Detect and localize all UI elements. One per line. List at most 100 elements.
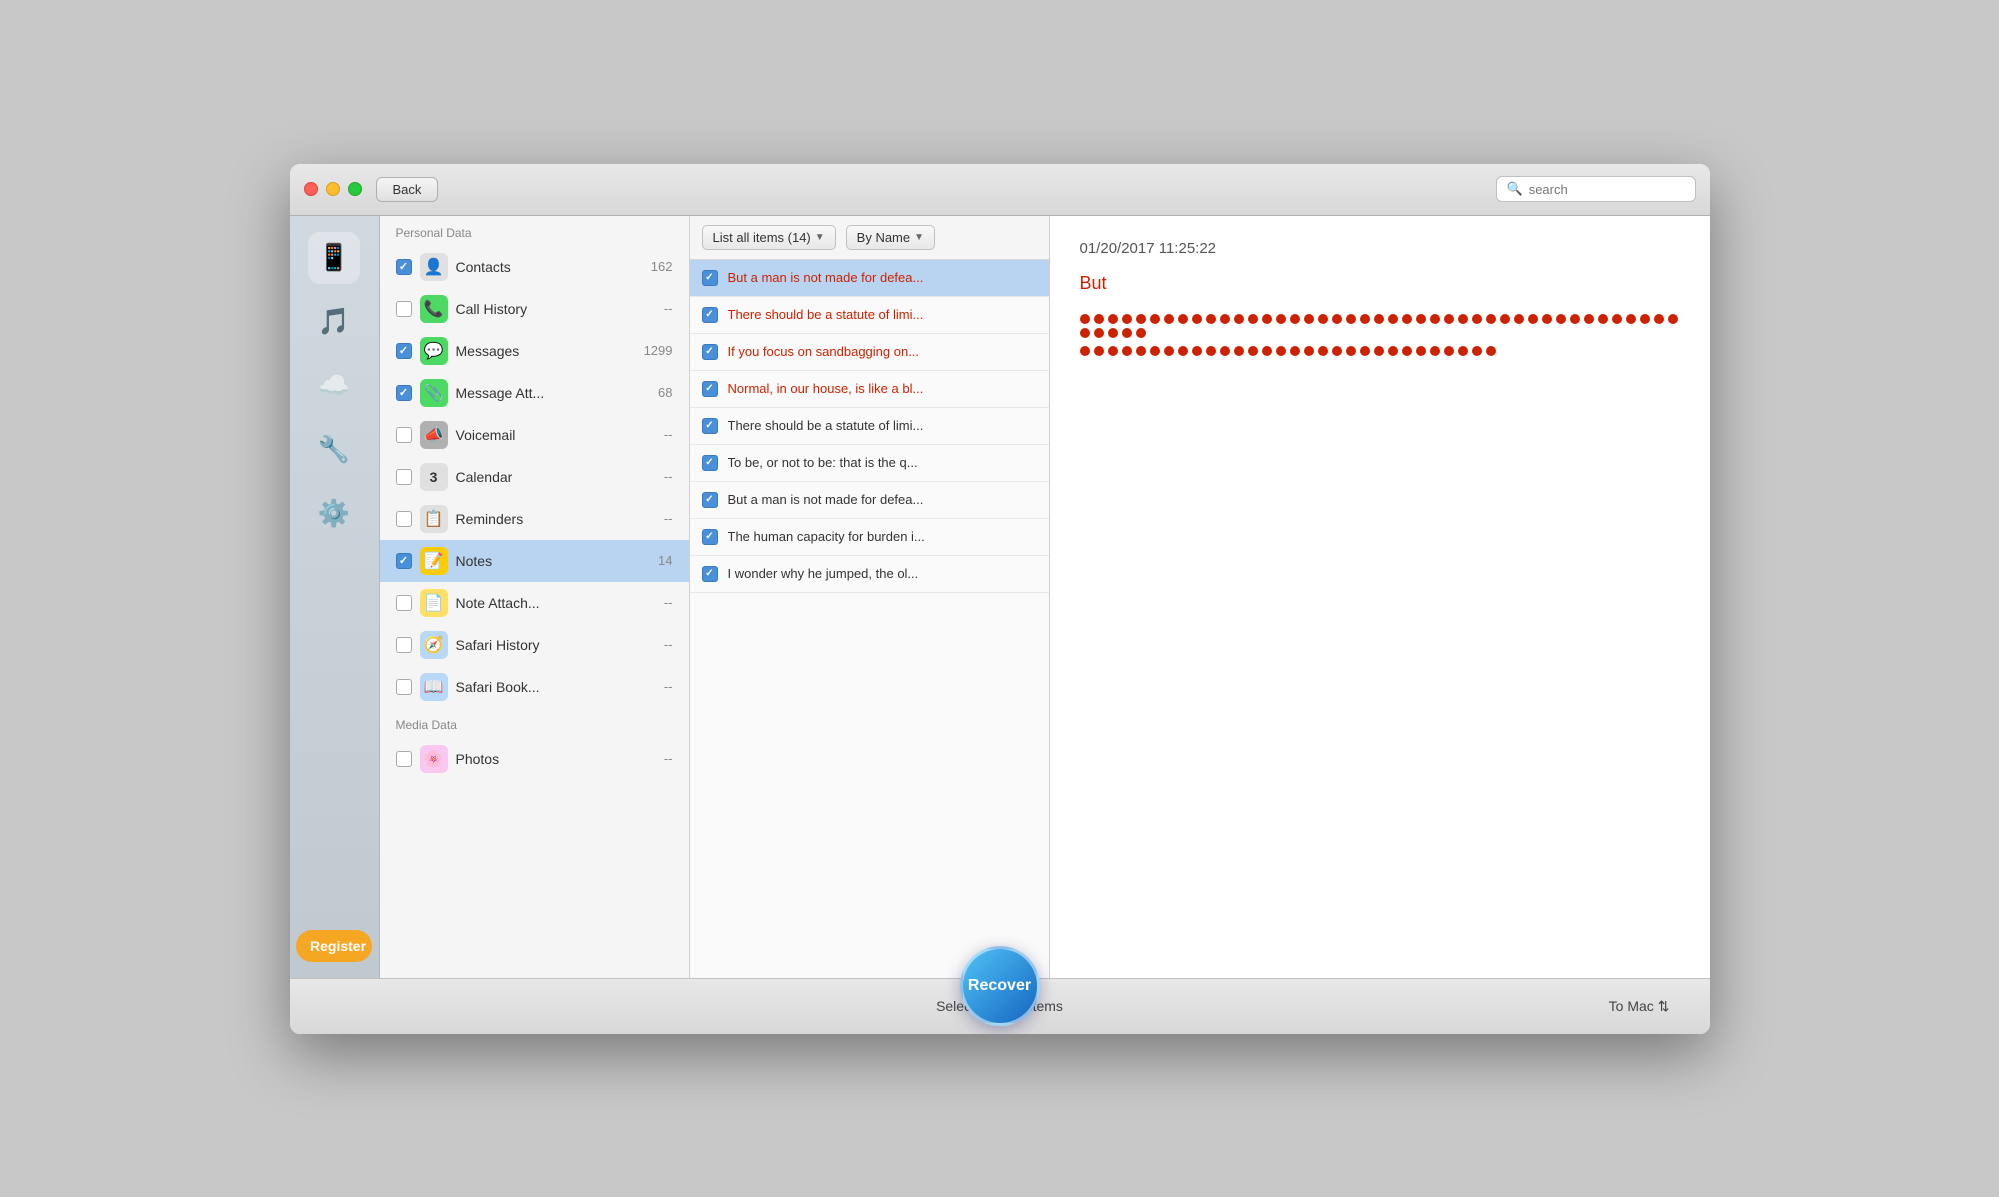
note-checkbox[interactable]: [702, 455, 718, 471]
notes-item[interactable]: 📝 Notes 14: [380, 540, 689, 582]
note-checkbox[interactable]: [702, 418, 718, 434]
note-item[interactable]: But a man is not made for defea...: [690, 482, 1049, 519]
dot: [1276, 346, 1286, 356]
list-item[interactable]: 📎 Message Att... 68: [380, 372, 689, 414]
sort-dropdown[interactable]: By Name ▼: [846, 225, 935, 250]
back-button[interactable]: Back: [376, 177, 439, 202]
note-item[interactable]: I wonder why he jumped, the ol...: [690, 556, 1049, 593]
noteattach-checkbox[interactable]: [396, 595, 412, 611]
callhistory-count: --: [664, 301, 673, 316]
note-item[interactable]: But a man is not made for defea...: [690, 260, 1049, 297]
dot: [1570, 314, 1580, 324]
dot: [1108, 328, 1118, 338]
note-text: There should be a statute of limi...: [728, 418, 1037, 433]
recover-button[interactable]: Recover: [960, 946, 1040, 1026]
sidebar-phone-icon[interactable]: 📱: [308, 232, 360, 284]
list-item[interactable]: 👤 Contacts 162: [380, 246, 689, 288]
notes-checkbox[interactable]: [396, 553, 412, 569]
list-item[interactable]: 📄 Note Attach... --: [380, 582, 689, 624]
dot: [1654, 314, 1664, 324]
search-icon: 🔍: [1507, 181, 1523, 197]
note-item[interactable]: Normal, in our house, is like a bl...: [690, 371, 1049, 408]
note-item[interactable]: The human capacity for burden i...: [690, 519, 1049, 556]
dot: [1514, 314, 1524, 324]
dot: [1416, 346, 1426, 356]
list-item[interactable]: 📞 Call History --: [380, 288, 689, 330]
note-text: But a man is not made for defea...: [728, 492, 1037, 507]
dot: [1542, 314, 1552, 324]
note-item[interactable]: There should be a statute of limi...: [690, 408, 1049, 445]
list-item[interactable]: 🌸 Photos --: [380, 738, 689, 780]
voicemail-count: --: [664, 427, 673, 442]
note-checkbox[interactable]: [702, 529, 718, 545]
list-item[interactable]: 💬 Messages 1299: [380, 330, 689, 372]
dot: [1136, 314, 1146, 324]
dropdown2-arrow-icon: ▼: [914, 232, 924, 243]
note-text: To be, or not to be: that is the q...: [728, 455, 1037, 470]
list-all-dropdown[interactable]: List all items (14) ▼: [702, 225, 836, 250]
calendar-checkbox[interactable]: [396, 469, 412, 485]
calendar-icon: 3: [420, 463, 448, 491]
notes-panel: List all items (14) ▼ By Name ▼ But a ma…: [690, 216, 1050, 978]
dot: [1430, 314, 1440, 324]
preview-date: 01/20/2017 11:25:22: [1080, 240, 1680, 257]
safarihistory-icon: 🧭: [420, 631, 448, 659]
note-item[interactable]: If you focus on sandbagging on...: [690, 334, 1049, 371]
list-item[interactable]: 📖 Safari Book... --: [380, 666, 689, 708]
note-checkbox[interactable]: [702, 344, 718, 360]
list-item[interactable]: 3 Calendar --: [380, 456, 689, 498]
register-button[interactable]: Register: [296, 930, 372, 962]
dot: [1598, 314, 1608, 324]
note-checkbox[interactable]: [702, 307, 718, 323]
note-checkbox[interactable]: [702, 381, 718, 397]
sidebar-settings-icon[interactable]: ⚙️: [308, 488, 360, 540]
reminders-checkbox[interactable]: [396, 511, 412, 527]
preview-text: But: [1080, 273, 1680, 294]
list-item[interactable]: 🧭 Safari History --: [380, 624, 689, 666]
note-text: But a man is not made for defea...: [728, 270, 1037, 285]
dot: [1332, 314, 1342, 324]
note-checkbox[interactable]: [702, 566, 718, 582]
contacts-checkbox[interactable]: [396, 259, 412, 275]
dot: [1122, 328, 1132, 338]
note-checkbox[interactable]: [702, 270, 718, 286]
safarihistory-checkbox[interactable]: [396, 637, 412, 653]
list-item[interactable]: 📋 Reminders --: [380, 498, 689, 540]
sidebar-tools-icon[interactable]: 🔧: [308, 424, 360, 476]
photos-checkbox[interactable]: [396, 751, 412, 767]
callhistory-label: Call History: [456, 301, 656, 317]
note-item[interactable]: To be, or not to be: that is the q...: [690, 445, 1049, 482]
sidebar-music-icon[interactable]: 🎵: [308, 296, 360, 348]
note-text: The human capacity for burden i...: [728, 529, 1037, 544]
dots-line-2: [1080, 346, 1680, 356]
reminders-label: Reminders: [456, 511, 656, 527]
list-item[interactable]: 📣 Voicemail --: [380, 414, 689, 456]
note-checkbox[interactable]: [702, 492, 718, 508]
search-box: 🔍: [1496, 176, 1696, 202]
messages-label: Messages: [456, 343, 636, 359]
safaribookmarks-label: Safari Book...: [456, 679, 656, 695]
main-content: 📱 🎵 ☁️ 🔧 ⚙️ Register Personal Data 👤 Con…: [290, 216, 1710, 978]
sidebar-cloud-icon[interactable]: ☁️: [308, 360, 360, 412]
search-input[interactable]: [1529, 182, 1685, 197]
note-item[interactable]: There should be a statute of limi...: [690, 297, 1049, 334]
dot: [1612, 314, 1622, 324]
noteattach-icon: 📄: [420, 589, 448, 617]
dot: [1360, 346, 1370, 356]
callhistory-icon: 📞: [420, 295, 448, 323]
messages-checkbox[interactable]: [396, 343, 412, 359]
safaribookmarks-checkbox[interactable]: [396, 679, 412, 695]
dot: [1080, 346, 1090, 356]
messages-icon: 💬: [420, 337, 448, 365]
dot: [1290, 346, 1300, 356]
dot: [1486, 314, 1496, 324]
voicemail-checkbox[interactable]: [396, 427, 412, 443]
maximize-button[interactable]: [348, 182, 362, 196]
list-all-label: List all items (14): [713, 230, 811, 245]
note-text: Normal, in our house, is like a bl...: [728, 381, 1037, 396]
close-button[interactable]: [304, 182, 318, 196]
minimize-button[interactable]: [326, 182, 340, 196]
callhistory-checkbox[interactable]: [396, 301, 412, 317]
dot: [1444, 314, 1454, 324]
messageatt-checkbox[interactable]: [396, 385, 412, 401]
